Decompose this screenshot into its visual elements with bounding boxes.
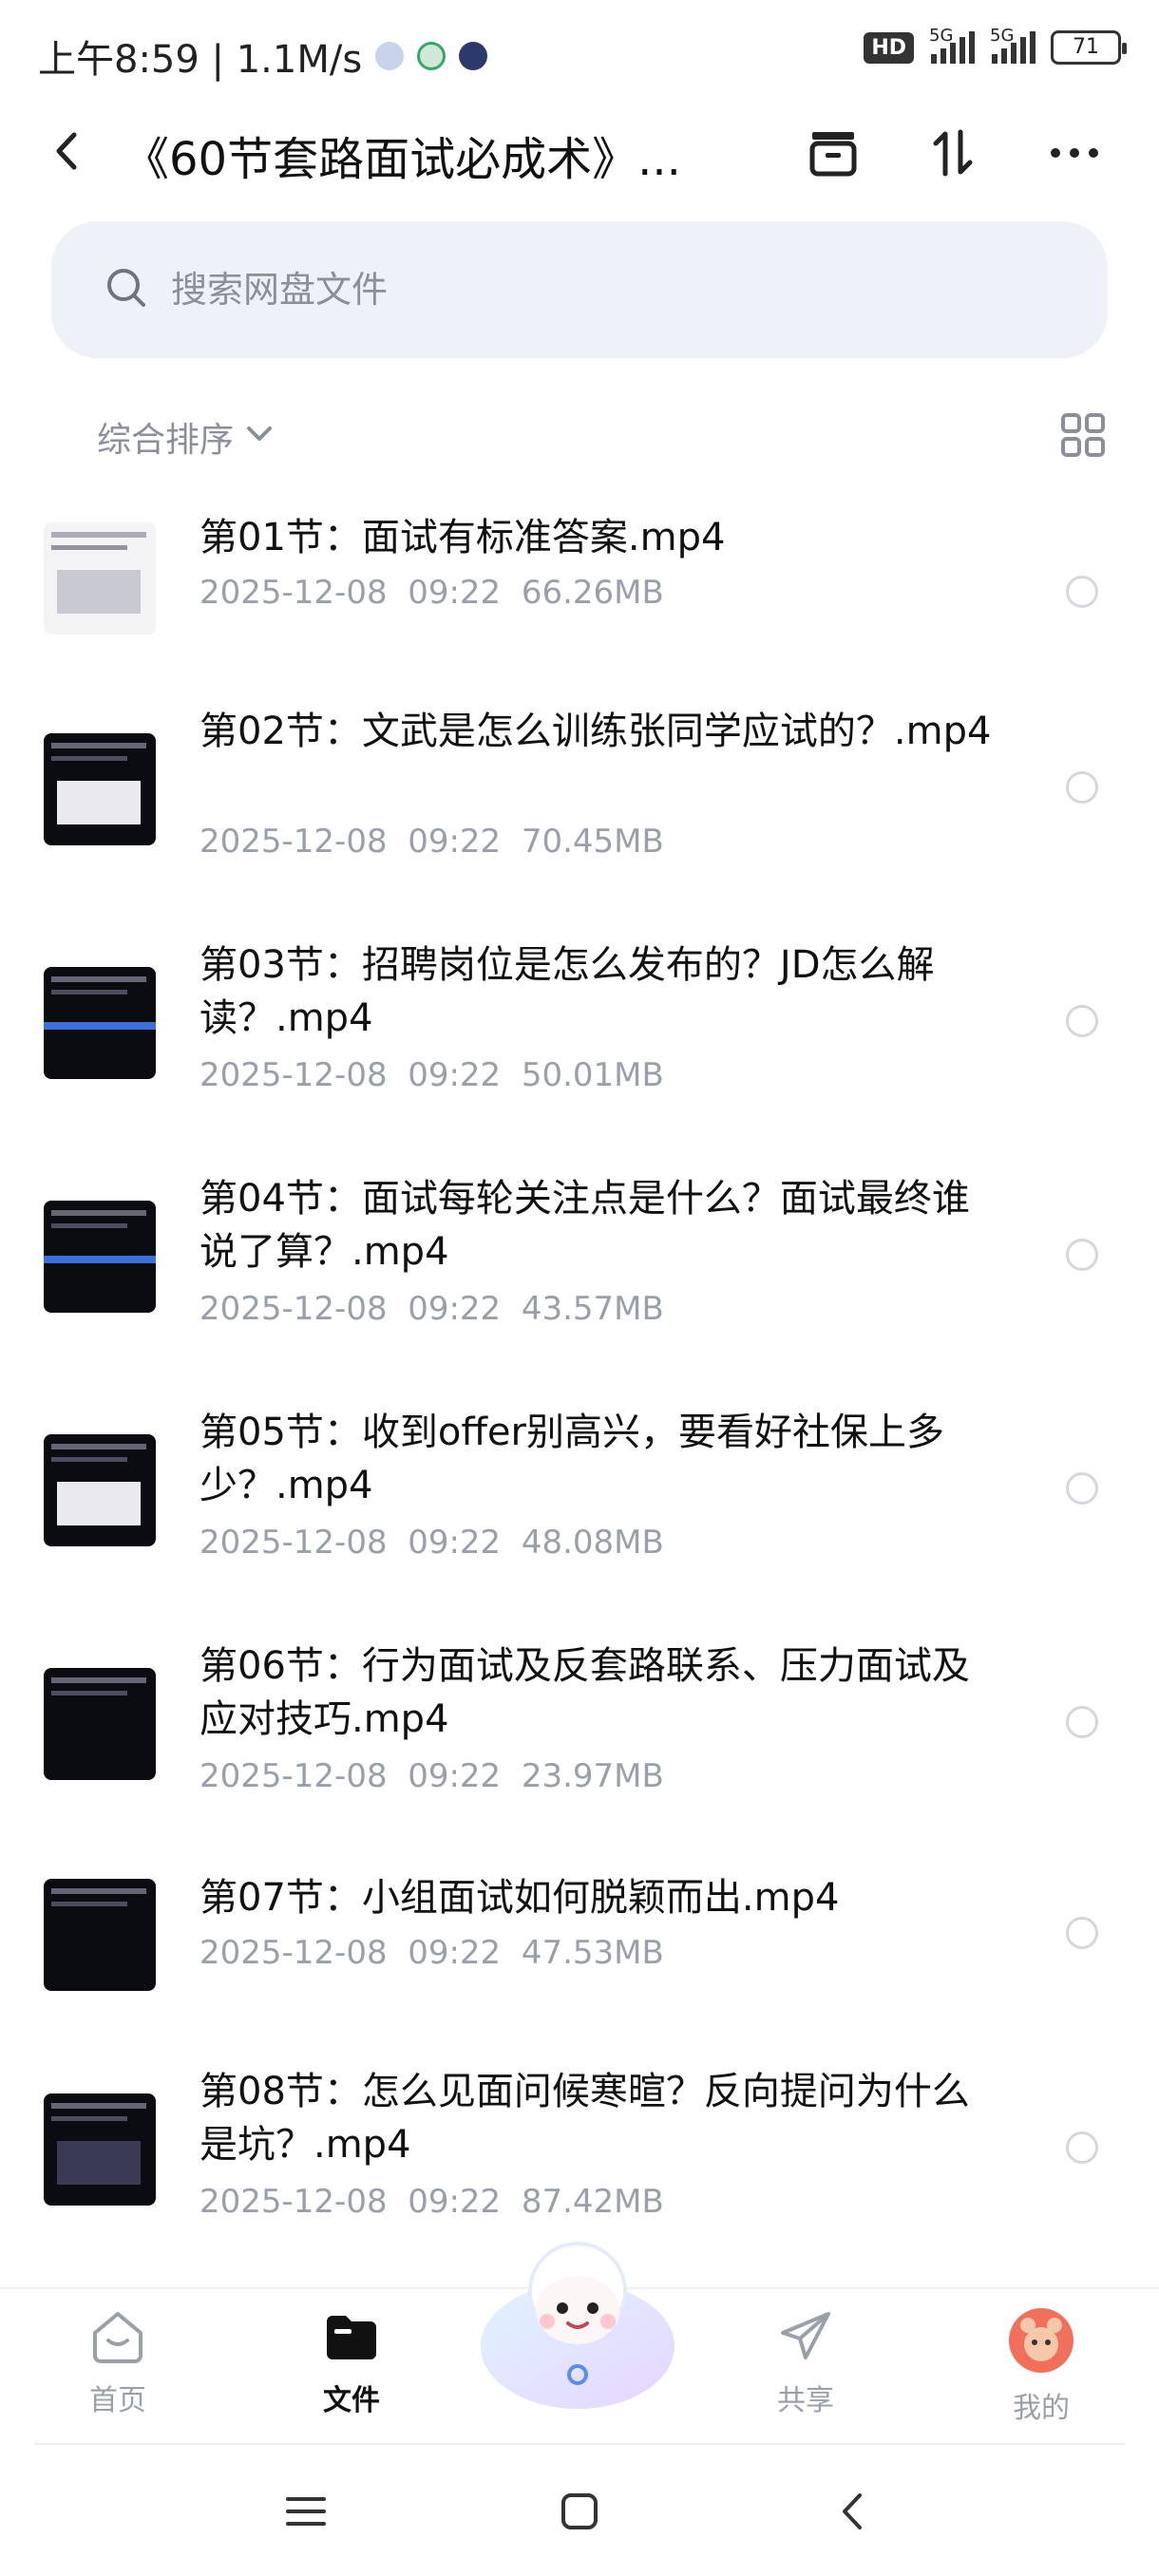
select-radio[interactable]	[1066, 2131, 1098, 2164]
file-meta: 2025-12-08 09:22 66.26MB	[200, 574, 664, 612]
header: 《60节套路面试必成术》...	[0, 104, 1159, 199]
back-triangle-icon[interactable]	[823, 2481, 884, 2542]
sort-row: 综合排序	[0, 399, 1159, 475]
file-name: 第08节：怎么见面问候寒暄？反向提问为什么是坑？.mp4	[200, 2070, 970, 2167]
archive-icon[interactable]	[800, 120, 866, 186]
system-nav-bar	[0, 2447, 1159, 2576]
nav-me-label: 我的	[1013, 2392, 1070, 2425]
file-name: 第05节：收到offer别高兴，要看好社保上多少？.mp4	[200, 1411, 944, 1507]
sort-icon[interactable]	[920, 120, 986, 186]
file-meta: 2025-12-08 09:22 87.42MB	[200, 2183, 664, 2221]
status-bar: 上午8:59 | 1.1M/s HD 5G 5G 71	[0, 0, 1159, 104]
home-square-icon[interactable]	[549, 2481, 610, 2542]
file-meta: 2025-12-08 09:22 23.97MB	[200, 1757, 664, 1795]
nav-home-label: 首页	[89, 2384, 146, 2417]
menu-icon[interactable]	[276, 2481, 336, 2542]
search-bar[interactable]	[51, 221, 1108, 358]
nav-share-label: 共享	[777, 2384, 834, 2417]
file-meta: 2025-12-08 09:22 43.57MB	[200, 1290, 664, 1328]
status-left: 上午8:59 | 1.1M/s	[38, 28, 488, 84]
grid-view-icon[interactable]	[1058, 410, 1108, 460]
select-radio[interactable]	[1066, 1239, 1098, 1271]
select-radio[interactable]	[1066, 771, 1098, 804]
file-name: 第06节：行为面试及反套路联系、压力面试及应对技巧.mp4	[200, 1644, 970, 1741]
nav-files-label: 文件	[323, 2384, 380, 2417]
nav-home[interactable]: 首页	[51, 2306, 184, 2418]
sort-label: 综合排序	[97, 421, 235, 460]
video-thumbnail	[44, 967, 156, 1079]
file-meta: 2025-12-08 09:22 48.08MB	[200, 1524, 664, 1562]
back-icon[interactable]	[44, 127, 91, 175]
mascot-icon[interactable]	[473, 2232, 682, 2413]
file-name: 第02节：文武是怎么训练张同学应试的？.mp4	[200, 710, 992, 753]
page-title: 《60节套路面试必成术》...	[124, 133, 681, 186]
file-name: 第07节：小组面试如何脱颖而出.mp4	[200, 1876, 840, 1920]
app-notification-icon	[459, 42, 488, 70]
video-thumbnail	[44, 1201, 156, 1313]
file-meta: 2025-12-08 09:22 47.53MB	[200, 1934, 664, 1972]
signal-icon: 5G	[929, 26, 975, 64]
select-radio[interactable]	[1066, 1005, 1098, 1037]
battery-icon: 71	[1051, 30, 1127, 65]
folder-icon	[327, 2316, 376, 2359]
more-icon[interactable]	[1041, 120, 1108, 186]
hd-badge: HD	[864, 31, 914, 64]
paper-plane-icon	[781, 2312, 830, 2359]
search-icon	[104, 266, 148, 313]
select-radio[interactable]	[1066, 1917, 1098, 1949]
select-radio[interactable]	[1066, 1472, 1098, 1505]
file-meta: 2025-12-08 09:22 70.45MB	[200, 823, 664, 861]
file-name: 第04节：面试每轮关注点是什么？面试最终谁说了算？.mp4	[200, 1177, 970, 1274]
app-notification-icon	[417, 42, 446, 70]
video-thumbnail	[44, 1879, 156, 1991]
nav-share[interactable]: 共享	[739, 2306, 872, 2418]
home-icon	[93, 2312, 142, 2363]
video-thumbnail	[44, 1434, 156, 1546]
video-thumbnail	[44, 522, 156, 635]
signal-icon: 5G	[990, 26, 1036, 64]
divider	[34, 2443, 1125, 2445]
video-thumbnail	[44, 2093, 156, 2206]
video-thumbnail	[44, 1668, 156, 1780]
file-meta: 2025-12-08 09:22 50.01MB	[200, 1056, 664, 1094]
nav-me[interactable]: 我的	[975, 2306, 1108, 2426]
select-radio[interactable]	[1066, 576, 1098, 608]
app-notification-icon	[375, 42, 405, 70]
status-right: HD 5G 5G 71	[864, 26, 1127, 65]
file-name: 第03节：招聘岗位是怎么发布的？JD怎么解读？.mp4	[200, 943, 935, 1040]
file-name: 第01节：面试有标准答案.mp4	[200, 516, 726, 559]
search-input[interactable]	[171, 269, 1026, 311]
chevron-down-icon	[243, 417, 276, 458]
avatar	[1009, 2308, 1074, 2373]
video-thumbnail	[44, 733, 156, 845]
select-radio[interactable]	[1066, 1706, 1098, 1738]
status-time-speed: 上午8:59 | 1.1M/s	[38, 38, 363, 82]
nav-files[interactable]: 文件	[285, 2306, 418, 2418]
sort-dropdown[interactable]: 综合排序	[97, 412, 276, 462]
